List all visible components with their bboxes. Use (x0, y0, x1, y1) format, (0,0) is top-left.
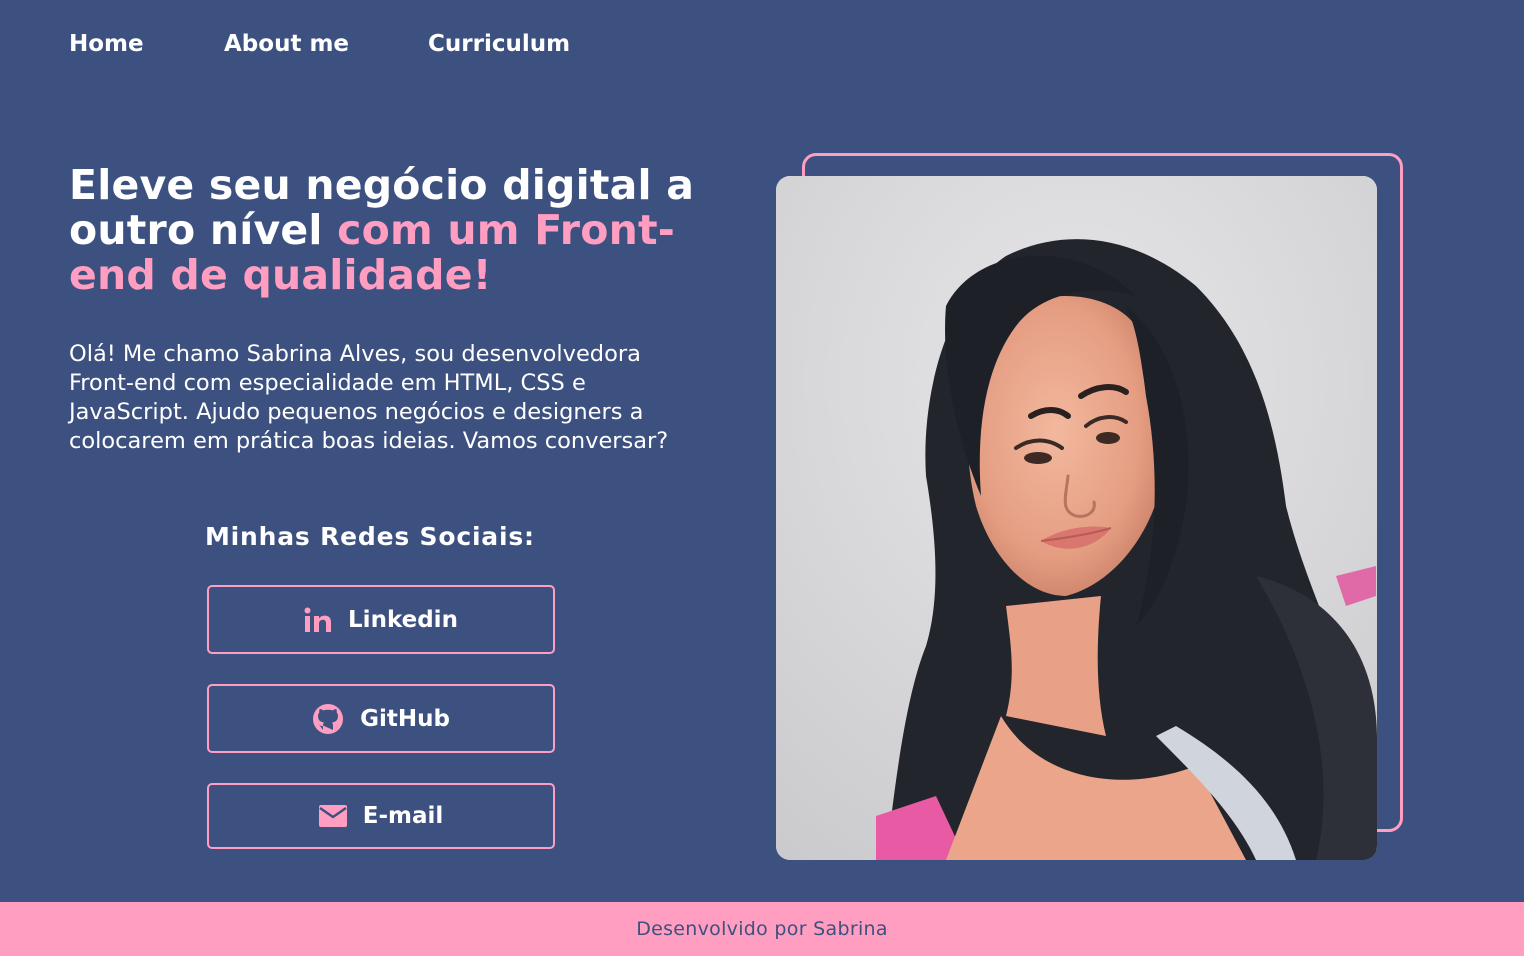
profile-photo (776, 176, 1377, 860)
linkedin-icon (304, 607, 332, 633)
email-button[interactable]: E-mail (207, 783, 555, 849)
nav-link-curriculum[interactable]: Curriculum (428, 28, 570, 60)
social-section-title: Minhas Redes Sociais: (205, 522, 535, 551)
footer: Desenvolvido por Sabrina (0, 902, 1524, 956)
email-label: E-mail (362, 803, 444, 829)
hero-title: Eleve seu negócio digital a outro nível … (69, 163, 729, 298)
nav-link-home[interactable]: Home (69, 28, 224, 60)
mail-icon (318, 805, 347, 827)
github-label: GitHub (360, 705, 450, 732)
linkedin-label: Linkedin (348, 606, 458, 633)
footer-credit: Desenvolvido por Sabrina (636, 918, 888, 940)
nav-link-about-me[interactable]: About me (224, 28, 428, 60)
github-icon (312, 703, 344, 735)
github-button[interactable]: GitHub (207, 684, 555, 753)
intro-text: Olá! Me chamo Sabrina Alves, sou desenvo… (69, 341, 669, 454)
linkedin-button[interactable]: Linkedin (207, 585, 555, 654)
profile-photo-illustration (776, 176, 1377, 860)
top-nav: Home About me Curriculum (69, 28, 570, 60)
